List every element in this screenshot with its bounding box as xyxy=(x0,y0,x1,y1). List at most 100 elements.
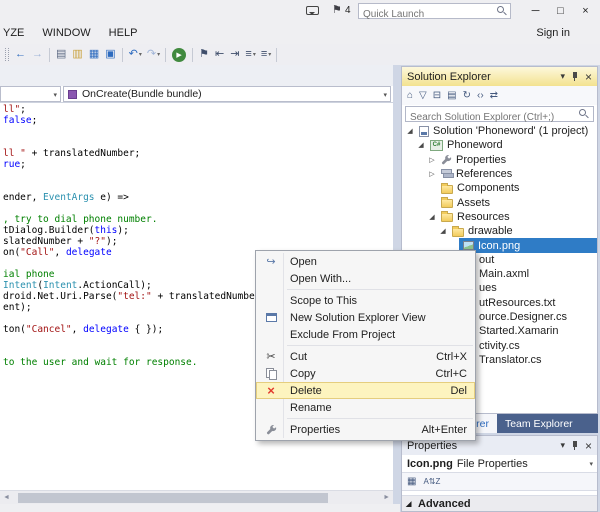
tree-item-drawable[interactable]: ◢ drawable xyxy=(402,224,597,238)
panel-title: Solution Explorer xyxy=(407,71,554,83)
solution-search-input[interactable] xyxy=(406,111,566,124)
tree-item-references[interactable]: ▷References xyxy=(402,167,597,181)
menu-item-open[interactable]: ↪Open xyxy=(256,253,475,270)
menu-item-delete[interactable]: ×DeleteDel xyxy=(256,382,475,399)
notifications-flag-icon[interactable]: ⚑ xyxy=(332,3,342,16)
document-tab-well xyxy=(0,65,393,86)
show-all-files-icon[interactable]: ▤ xyxy=(447,91,456,101)
tree-item-assets[interactable]: Assets xyxy=(402,195,597,209)
method-icon xyxy=(68,90,77,99)
toolbar-separator xyxy=(276,48,277,62)
save-all-icon[interactable]: ▣ xyxy=(102,49,118,60)
open-icon: ↪ xyxy=(262,255,280,268)
code-line: tDialog.Builder(this); xyxy=(3,225,391,236)
members-dropdown-value: OnCreate(Bundle bundle) xyxy=(82,88,202,100)
expander-icon[interactable]: ▷ xyxy=(427,156,437,164)
tree-item-label: Properties xyxy=(456,154,506,166)
close-icon[interactable]: × xyxy=(585,70,592,84)
categorized-icon[interactable]: ▦ xyxy=(407,476,416,487)
solution-search-box[interactable] xyxy=(405,106,594,122)
redo-icon-caret[interactable]: ▾ xyxy=(157,51,160,58)
menu-item-open-with[interactable]: Open With... xyxy=(256,270,475,287)
toolbar-separator xyxy=(122,48,123,62)
chevron-down-icon: ▾ xyxy=(383,91,387,99)
search-icon xyxy=(497,6,508,17)
collapse-all-icon[interactable]: ⊟ xyxy=(433,91,441,101)
tree-item-solution-phoneword-1-project[interactable]: ◢Solution 'Phoneword' (1 project) xyxy=(402,124,597,138)
minimize-button[interactable]: ─ xyxy=(523,0,548,22)
references-icon xyxy=(441,169,452,179)
bottom-strip xyxy=(0,504,400,512)
home-icon[interactable]: ⌂ xyxy=(407,91,413,101)
object-kind: File Properties xyxy=(457,458,528,470)
menu-item-properties[interactable]: PropertiesAlt+Enter xyxy=(256,421,475,438)
menu-item-exclude-from-project[interactable]: Exclude From Project xyxy=(256,326,475,343)
sign-in-link[interactable]: Sign in xyxy=(536,27,570,39)
horizontal-scrollbar[interactable]: ◄ ► xyxy=(0,490,393,504)
tree-item-content: References xyxy=(437,167,516,181)
folder-icon xyxy=(441,185,453,194)
navigate-forward-icon[interactable]: → xyxy=(29,49,46,60)
alphabetical-sort-icon[interactable]: A⇅Z xyxy=(423,477,440,486)
menu-item-analyze[interactable]: YZE xyxy=(0,22,33,44)
menu-item-label: Open With... xyxy=(290,273,351,285)
save-icon[interactable]: ▦ xyxy=(86,49,102,60)
quick-launch-input[interactable] xyxy=(359,8,487,22)
maximize-button[interactable]: □ xyxy=(548,0,573,22)
window-position-icon[interactable]: ▾ xyxy=(560,440,565,451)
comment-icon-caret[interactable]: ▾ xyxy=(253,51,256,58)
menu-item-window[interactable]: WINDOW xyxy=(33,22,99,44)
image-icon xyxy=(463,241,474,250)
menu-item-cut[interactable]: ✂CutCtrl+X xyxy=(256,348,475,365)
bookmark-icon[interactable]: ⚑ xyxy=(196,49,212,60)
menu-item-scope-to-this[interactable]: Scope to This xyxy=(256,292,475,309)
tab-team-explorer[interactable]: Team Explorer xyxy=(497,414,581,433)
properties-toolbar: ▦ A⇅Z xyxy=(402,473,597,491)
properties-category-advanced[interactable]: ◢ Advanced xyxy=(402,495,597,511)
menu-item-copy[interactable]: CopyCtrl+C xyxy=(256,365,475,382)
quick-launch-box[interactable] xyxy=(358,3,511,19)
expander-icon[interactable]: ◢ xyxy=(416,141,426,149)
wrench-icon xyxy=(441,154,452,165)
open-file-icon[interactable]: ▥ xyxy=(69,49,85,60)
view-code-icon[interactable]: ‹› xyxy=(477,91,484,101)
expander-icon[interactable]: ▷ xyxy=(427,170,437,178)
prev-bookmark-icon[interactable]: ⇤ xyxy=(212,49,227,60)
code-line: false; xyxy=(3,115,391,126)
menu-item-label: Cut xyxy=(290,351,307,363)
members-dropdown[interactable]: OnCreate(Bundle bundle) ▾ xyxy=(63,86,391,102)
expander-icon[interactable]: ◢ xyxy=(438,227,448,235)
tree-item-phoneword[interactable]: ◢C#Phoneword xyxy=(402,138,597,152)
refresh-icon[interactable]: ↻ xyxy=(463,91,471,101)
scroll-left-icon[interactable]: ◄ xyxy=(3,494,10,501)
new-file-icon[interactable]: ▤ xyxy=(53,49,69,60)
properties-object-dropdown[interactable]: Icon.png File Properties ▾ xyxy=(402,455,597,473)
indent-icon-caret[interactable]: ▾ xyxy=(268,51,271,58)
undo-icon-caret[interactable]: ▾ xyxy=(139,51,142,58)
tree-item-properties[interactable]: ▷ Properties xyxy=(402,153,597,167)
navigate-back-icon[interactable]: ← xyxy=(12,49,29,60)
tree-item-label: drawable xyxy=(468,225,513,237)
tree-item-components[interactable]: Components xyxy=(402,181,597,195)
pin-icon[interactable] xyxy=(571,72,579,82)
next-bookmark-icon[interactable]: ⇥ xyxy=(227,49,242,60)
menu-item-rename[interactable]: Rename xyxy=(256,399,475,416)
menu-item-label: Scope to This xyxy=(290,295,357,307)
menu-item-help[interactable]: HELP xyxy=(100,22,147,44)
window-position-icon[interactable]: ▾ xyxy=(560,71,565,82)
expander-icon[interactable]: ◢ xyxy=(405,127,415,135)
close-button[interactable]: × xyxy=(573,0,598,22)
close-icon[interactable]: × xyxy=(585,439,592,453)
filter-icon[interactable]: ▽ xyxy=(419,91,427,101)
expander-icon[interactable]: ◢ xyxy=(427,213,437,221)
pin-icon[interactable] xyxy=(571,441,579,451)
types-dropdown[interactable]: ▾ xyxy=(0,86,61,102)
feedback-icon[interactable] xyxy=(306,6,319,15)
scrollbar-thumb[interactable] xyxy=(18,493,328,503)
sync-active-document-icon[interactable]: ⇄ xyxy=(490,91,498,101)
tree-item-resources[interactable]: ◢Resources xyxy=(402,210,597,224)
scroll-right-icon[interactable]: ► xyxy=(383,494,390,501)
tree-item-label: Assets xyxy=(457,197,490,209)
start-debug-icon[interactable]: ▶ xyxy=(172,48,186,62)
menu-item-new-solution-explorer-view[interactable]: New Solution Explorer View xyxy=(256,309,475,326)
